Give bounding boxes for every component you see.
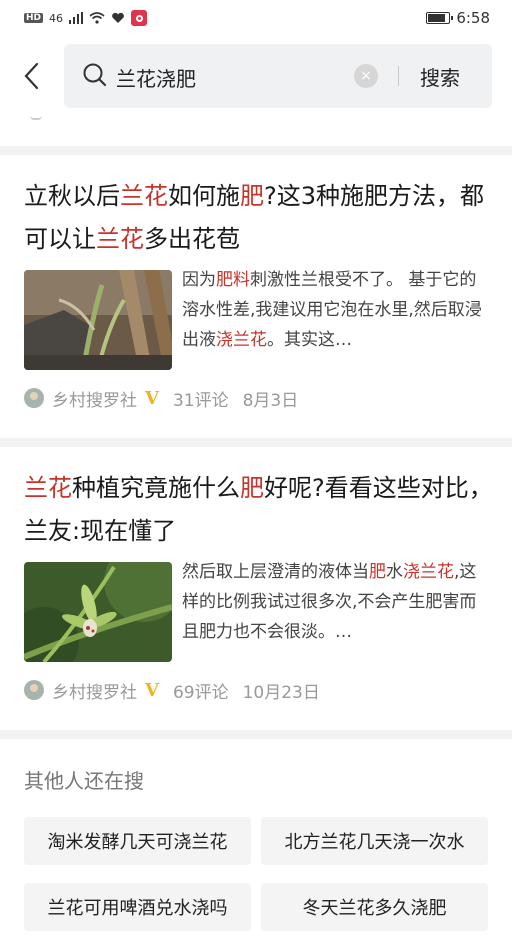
highlighted-keyword: 浇兰花 [403, 562, 454, 582]
article-title[interactable]: 兰花种植究竟施什么肥好呢?看看这些对比，兰友:现在懂了 [24, 467, 494, 553]
comment-count: 69评论 [172, 682, 229, 703]
text-segment: 种植究竟施什么 [72, 474, 240, 502]
thumbnail-orchid-flower [24, 562, 172, 662]
text-segment: 。其实这… [267, 330, 352, 350]
clock: 6:58 [456, 9, 490, 27]
heart-icon [112, 12, 124, 23]
drag-indicator [30, 116, 42, 120]
related-searches: 其他人还在搜 淘米发酵几天可浇兰花 北方兰花几天浇一次水 兰花可用啤酒兑水浇吗 … [0, 739, 512, 942]
text-segment: 水 [386, 562, 403, 582]
text-segment: 然后取上层澄清的液体当 [182, 562, 369, 582]
highlighted-keyword: 肥 [240, 182, 264, 210]
text-segment: 如何施 [168, 182, 240, 210]
article-meta: 乡村搜罗社 V 31评论 8月3日 [24, 385, 298, 411]
publish-date: 10月23日 [242, 682, 320, 703]
hd-badge: HD [24, 13, 44, 23]
comment-count: 31评论 [172, 390, 229, 411]
source-name[interactable]: 乡村搜罗社 [52, 386, 137, 411]
status-bar: HD 46 6:58 [0, 0, 512, 36]
text-segment: 多出花苞 [144, 225, 240, 253]
signal-label: 46 [49, 11, 64, 25]
article-thumbnail[interactable] [24, 562, 172, 662]
highlighted-keyword: 兰花 [120, 182, 168, 210]
source-name[interactable]: 乡村搜罗社 [52, 678, 137, 703]
article-snippet: 因为肥料刺激性兰根受不了。 基于它的溶水性差,我建议用它泡在水里,然后取浸出液浇… [182, 265, 488, 355]
signal-icon [69, 12, 84, 24]
highlighted-keyword: 浇兰花 [216, 330, 267, 350]
related-search-chip[interactable]: 冬天兰花多久浇肥 [261, 883, 488, 931]
app-notification-icon [131, 10, 148, 26]
related-search-chip[interactable]: 淘米发酵几天可浇兰花 [24, 817, 251, 865]
divider [398, 66, 399, 86]
article-card-2[interactable]: 兰花种植究竟施什么肥好呢?看看这些对比，兰友:现在懂了 然后取上层澄清的液体当肥… [0, 447, 512, 730]
article-card-1[interactable]: 立秋以后兰花如何施肥?这3种施肥方法，都可以让兰花多出花苞 因为肥料刺激性兰根受… [0, 155, 512, 438]
verified-badge-icon: V [145, 387, 159, 409]
verified-badge-icon: V [145, 679, 159, 701]
search-query-text[interactable]: 兰花浇肥 [116, 63, 196, 92]
status-left: HD 46 [24, 10, 148, 26]
thumbnail-orchid-soil [24, 270, 172, 370]
text-segment: 因为 [182, 270, 216, 290]
text-segment: 立秋以后 [24, 182, 120, 210]
article-snippet: 然后取上层澄清的液体当肥水浇兰花,这样的比例我试过很多次,不会产生肥害而且肥力也… [182, 557, 488, 647]
highlighted-keyword: 肥 [240, 474, 264, 502]
highlighted-keyword: 兰花 [96, 225, 144, 253]
avatar[interactable] [24, 680, 44, 700]
related-search-chip[interactable]: 北方兰花几天浇一次水 [261, 817, 488, 865]
article-title[interactable]: 立秋以后兰花如何施肥?这3种施肥方法，都可以让兰花多出花苞 [24, 175, 494, 261]
previous-result-tail [0, 116, 512, 146]
back-arrow-icon[interactable] [18, 56, 48, 96]
highlighted-keyword: 肥 [369, 562, 386, 582]
highlighted-keyword: 肥料 [216, 270, 250, 290]
article-thumbnail[interactable] [24, 270, 172, 370]
wifi-icon [89, 12, 105, 24]
publish-date: 8月3日 [242, 390, 299, 411]
related-searches-title: 其他人还在搜 [24, 769, 144, 793]
battery-icon [426, 12, 454, 24]
search-button[interactable]: 搜索 [420, 62, 460, 91]
search-icon [83, 63, 107, 87]
related-search-chip[interactable]: 兰花可用啤酒兑水浇吗 [24, 883, 251, 931]
highlighted-keyword: 兰花 [24, 474, 72, 502]
search-header: 兰花浇肥 × 搜索 [0, 36, 512, 116]
clear-icon[interactable]: × [354, 64, 378, 88]
search-input[interactable]: 兰花浇肥 × 搜索 [64, 44, 492, 108]
status-right: 6:58 [426, 9, 490, 27]
article-meta: 乡村搜罗社 V 69评论 10月23日 [24, 677, 320, 703]
avatar[interactable] [24, 388, 44, 408]
